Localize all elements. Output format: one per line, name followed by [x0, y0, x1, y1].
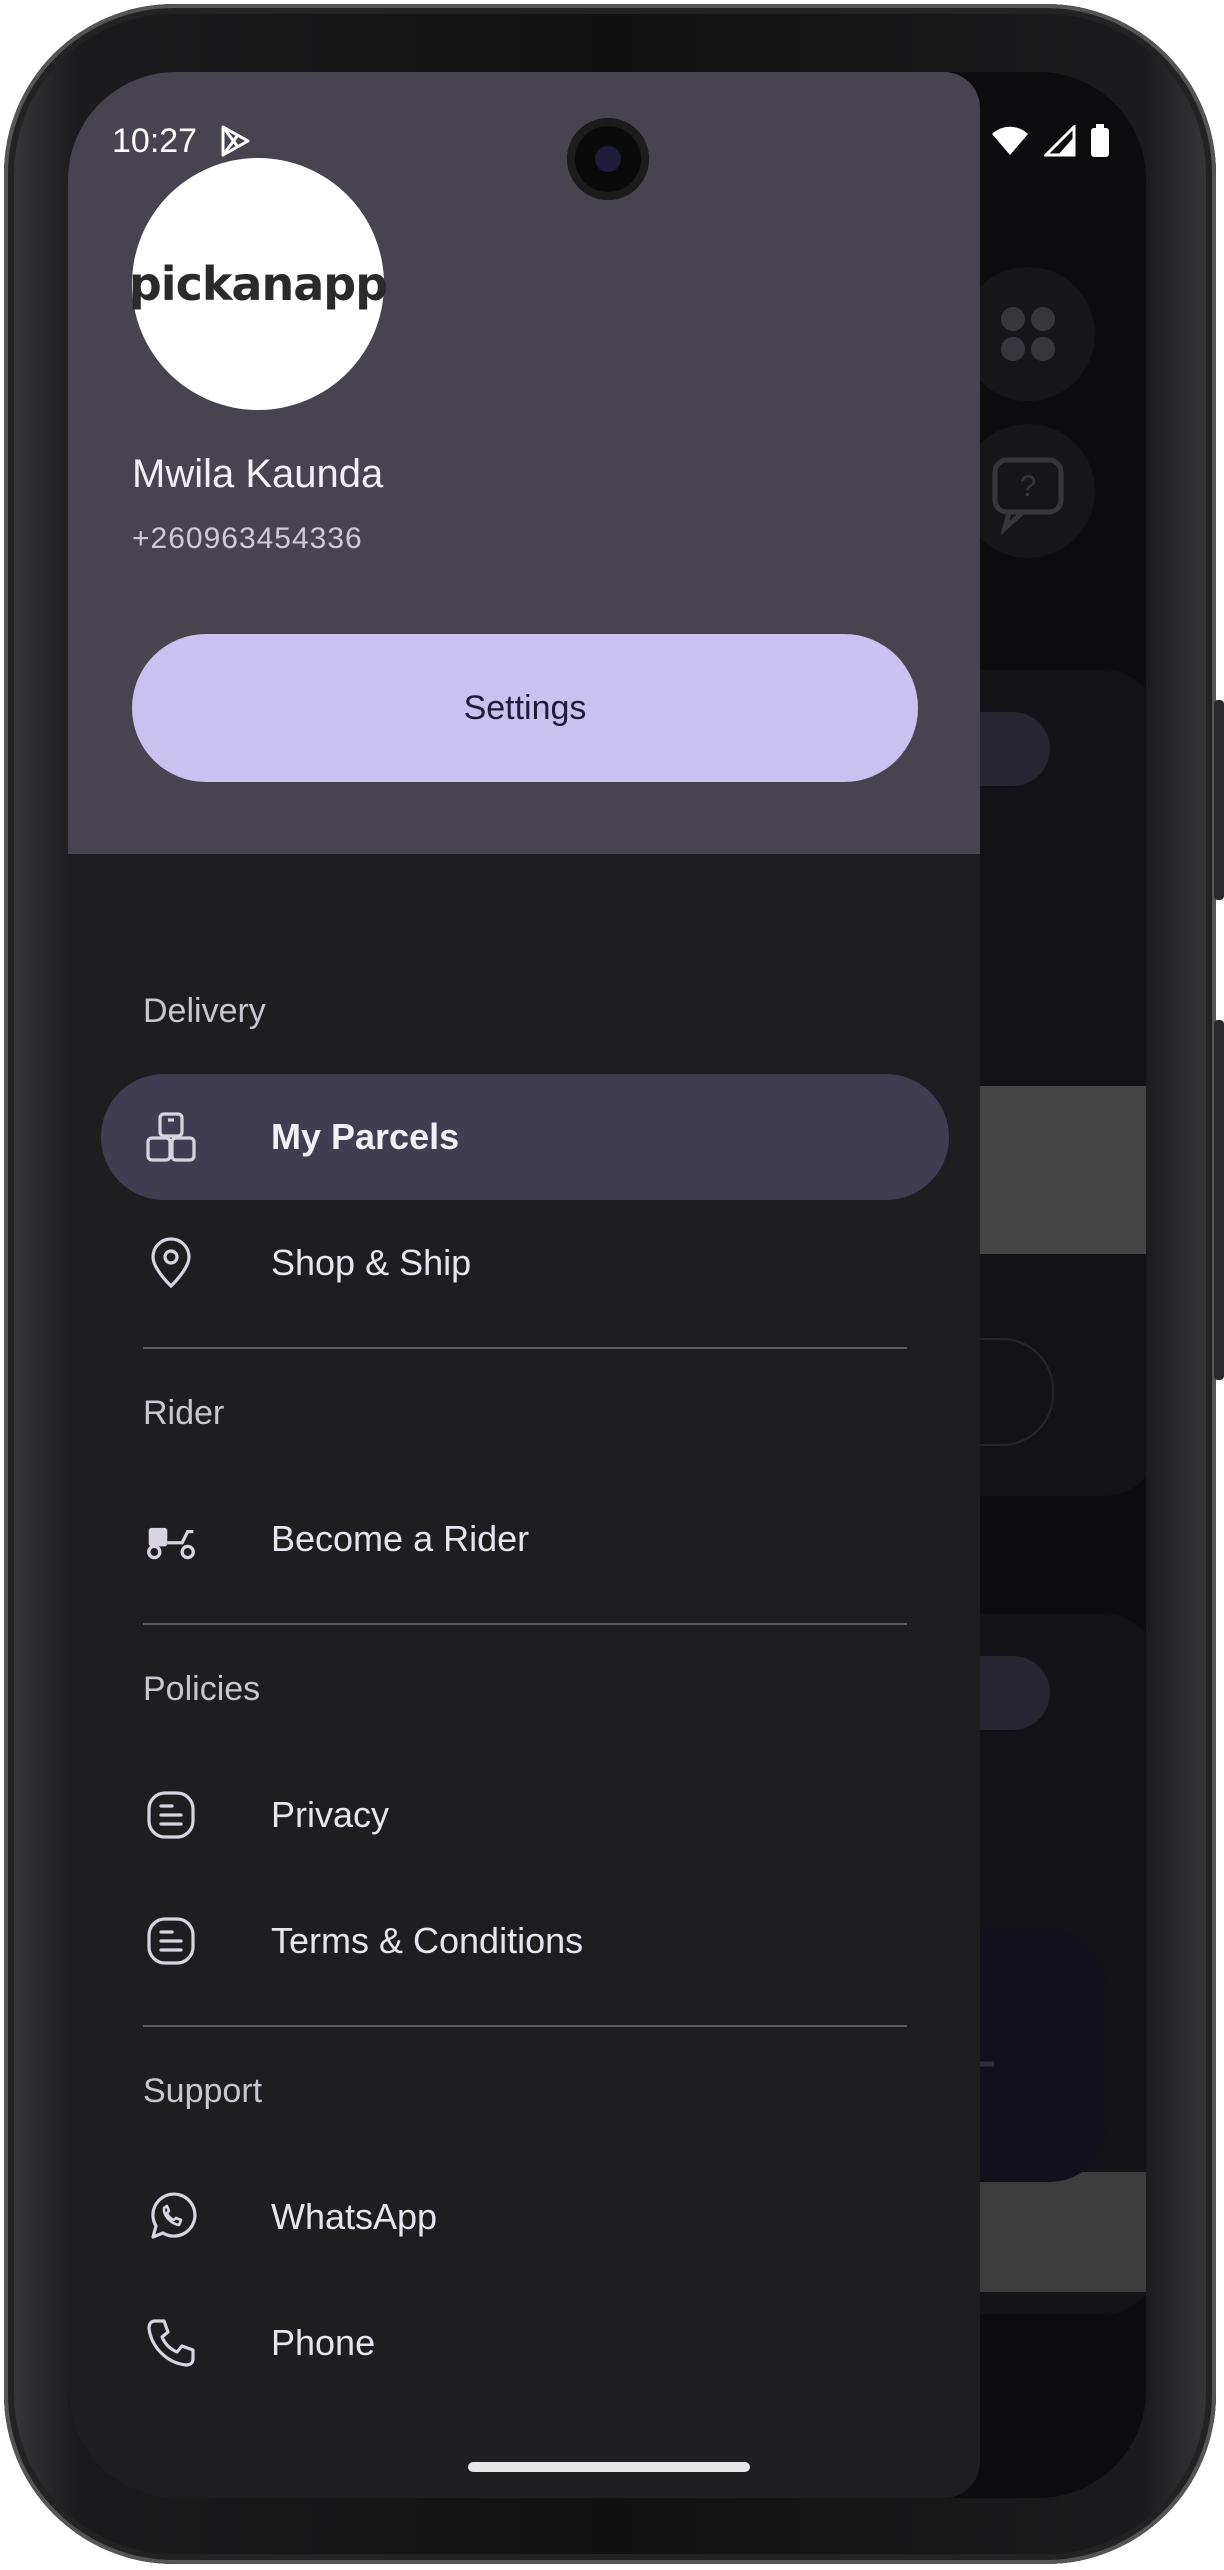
phone-icon	[145, 2317, 197, 2369]
divider	[143, 2025, 907, 2027]
nav-item-my-parcels[interactable]: My Parcels	[101, 1074, 949, 1200]
nav-label: Become a Rider	[271, 1518, 530, 1559]
section-label-rider: Rider	[143, 1394, 225, 1432]
nav-item-privacy[interactable]: Privacy	[101, 1752, 949, 1878]
nav-label: Shop & Ship	[271, 1242, 472, 1283]
divider	[143, 1623, 907, 1625]
navigation-drawer: pickanapp Mwila Kaunda +260963454336 Set…	[68, 72, 980, 2498]
nav-item-terms-and-conditions[interactable]: Terms & Conditions	[101, 1878, 949, 2004]
signal-icon	[1042, 123, 1076, 162]
drawer-header: pickanapp Mwila Kaunda +260963454336 Set…	[68, 72, 980, 854]
settings-button[interactable]: Settings	[132, 634, 918, 782]
play-store-icon	[218, 124, 252, 163]
phone-frame: ? pickanapp Mwila Kaunda +260963454336 S…	[0, 0, 1224, 2570]
status-icons	[990, 123, 1110, 163]
wifi-icon	[990, 125, 1030, 162]
logo-text: pickanapp	[128, 257, 388, 311]
document-icon	[145, 1915, 197, 1967]
location-pin-icon	[145, 1237, 197, 1289]
battery-icon	[1090, 124, 1110, 163]
nav-label: Phone	[271, 2322, 376, 2363]
nav-label: My Parcels	[271, 1116, 460, 1157]
document-icon	[145, 1789, 197, 1841]
section-label-policies: Policies	[143, 1670, 261, 1708]
whatsapp-icon	[145, 2191, 197, 2243]
nav-label: WhatsApp	[271, 2196, 438, 2237]
app-logo: pickanapp	[128, 158, 388, 410]
nav-label: Terms & Conditions	[271, 1920, 584, 1961]
nav-item-become-a-rider[interactable]: Become a Rider	[101, 1476, 949, 1602]
divider	[143, 1347, 907, 1349]
nav-item-phone[interactable]: Phone	[101, 2280, 949, 2406]
nav-label: Privacy	[271, 1794, 390, 1835]
user-name: Mwila Kaunda	[132, 452, 384, 496]
status-time: 10:27	[112, 122, 198, 160]
nav-item-shop-and-ship[interactable]: Shop & Ship	[101, 1200, 949, 1326]
power-button	[1214, 1020, 1224, 1380]
nav-item-whatsapp[interactable]: WhatsApp	[101, 2154, 949, 2280]
home-indicator[interactable]	[468, 2462, 750, 2472]
user-phone: +260963454336	[132, 522, 363, 555]
parcels-icon	[145, 1111, 197, 1163]
scooter-icon	[145, 1513, 197, 1565]
volume-button	[1214, 700, 1224, 900]
front-camera	[567, 118, 649, 200]
section-label-support: Support	[143, 2072, 263, 2110]
section-label-delivery: Delivery	[143, 992, 266, 1030]
screen: ? pickanapp Mwila Kaunda +260963454336 S…	[68, 72, 1146, 2498]
